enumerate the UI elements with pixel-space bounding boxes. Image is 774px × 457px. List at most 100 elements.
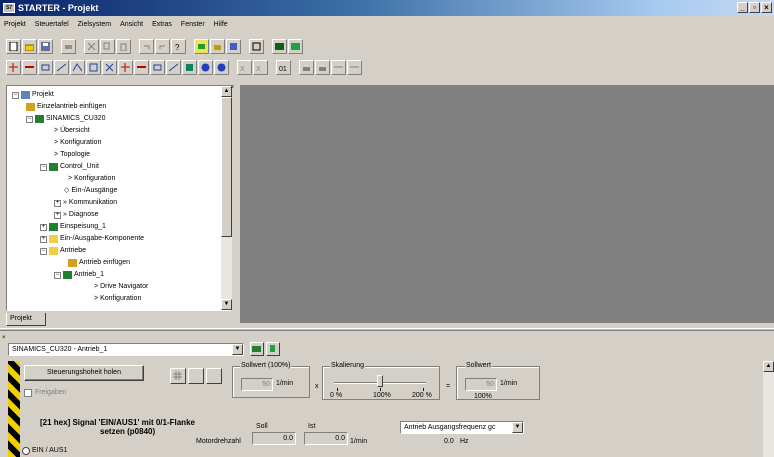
table-icon[interactable] — [288, 38, 303, 54]
tree-node-topologie[interactable]: > Topologie — [54, 149, 90, 161]
undo-icon[interactable] — [139, 38, 154, 54]
drive-tool-1-icon[interactable] — [6, 59, 21, 75]
scroll-thumb[interactable] — [221, 97, 232, 237]
drive-tool-19-icon[interactable] — [315, 59, 330, 75]
drive-tool-14-icon[interactable] — [214, 59, 229, 75]
drive-tool-18-icon[interactable] — [299, 59, 314, 75]
drive-tool-12-icon[interactable] — [182, 59, 197, 75]
display-signal-select[interactable]: Antrieb Ausgangsfrequenz gc ▼ — [400, 421, 524, 434]
panel-button-3[interactable] — [206, 368, 222, 384]
freq-value: 0.0 — [444, 438, 454, 445]
enable-checkbox[interactable] — [24, 389, 32, 397]
menu-hilfe[interactable]: Hilfe — [214, 21, 228, 28]
tree-node-antrieb-1[interactable]: − Antrieb_1 — [54, 269, 104, 281]
drive-settings-button[interactable] — [250, 342, 264, 356]
tree-node-control-unit[interactable]: − Control_Unit — [40, 161, 99, 173]
on-off-radio[interactable] — [22, 447, 30, 455]
tab-projekt[interactable]: Projekt — [6, 313, 46, 326]
panel-toggle-button[interactable] — [170, 368, 186, 384]
scaling-slider-thumb[interactable] — [377, 375, 383, 387]
restore-button[interactable]: ▫ — [749, 2, 760, 13]
diagnostics-button[interactable] — [266, 342, 280, 356]
target-device-icon[interactable] — [226, 38, 241, 54]
tree-node-sinamics[interactable]: − SINAMICS_CU320 — [26, 113, 106, 125]
setpoint100-unit: 1/min — [276, 380, 294, 387]
drive-tool-5-icon[interactable] — [70, 59, 85, 75]
drive-select[interactable]: SINAMICS_CU320 - Antrieb_1 ▼ — [8, 343, 244, 356]
tree-node-cu-konfiguration[interactable]: > Konfiguration — [68, 173, 115, 185]
menu-steuertafel[interactable]: Steuertafel — [35, 21, 69, 28]
drive-tool-11-icon[interactable] — [166, 59, 181, 75]
drive-tool-9-icon[interactable] — [134, 59, 149, 75]
tree-node-einspeisung[interactable]: + Einspeisung_1 — [40, 221, 106, 233]
drive-tool-13-icon[interactable] — [198, 59, 213, 75]
splitter[interactable] — [0, 328, 774, 331]
menu-zielsystem[interactable]: Zielsystem — [78, 21, 111, 28]
ist-value: 0.0 — [304, 432, 348, 445]
accessible-nodes-icon[interactable] — [194, 38, 209, 54]
drive-tool-16-icon[interactable]: X — [253, 59, 268, 75]
tree-node-uebersicht[interactable]: > Übersicht — [54, 125, 90, 137]
scroll-down-icon[interactable]: ▼ — [221, 299, 232, 310]
drive-tool-21-icon[interactable] — [347, 59, 362, 75]
drive-tool-20-icon[interactable] — [331, 59, 346, 75]
cut-icon[interactable] — [84, 38, 99, 54]
freq-unit: Hz — [460, 438, 469, 445]
tree-node-drive-navigator[interactable]: > Drive Navigator — [94, 281, 148, 293]
window-tile-icon[interactable] — [249, 38, 264, 54]
close-pane-icon[interactable]: × — [230, 84, 238, 92]
monitor-icon[interactable] — [272, 38, 287, 54]
tree-scrollbar[interactable]: ▲ ▼ — [221, 86, 232, 310]
tick-mark — [337, 388, 338, 391]
setpoint100-field[interactable]: 50 — [241, 378, 273, 391]
drive-tool-8-icon[interactable] — [118, 59, 133, 75]
open-icon[interactable] — [22, 38, 37, 54]
tree-node-antrieb-einfuegen[interactable]: Antrieb einfügen — [68, 257, 130, 269]
soll-label: Soll — [256, 423, 268, 430]
drive-tool-17-icon[interactable]: 01 — [276, 59, 291, 75]
panel-button-2[interactable] — [188, 368, 204, 384]
minimize-button[interactable]: _ — [737, 2, 748, 13]
drive-icon — [63, 271, 72, 279]
panel-close-icon[interactable]: × — [2, 335, 6, 341]
menu-fenster[interactable]: Fenster — [181, 21, 205, 28]
scroll-up-icon[interactable]: ▲ — [763, 361, 774, 372]
drive-tool-3-icon[interactable] — [38, 59, 53, 75]
drive-tool-10-icon[interactable] — [150, 59, 165, 75]
svg-text:X: X — [240, 66, 245, 72]
tree-node-einzelantrieb[interactable]: Einzelantrieb einfügen — [26, 101, 106, 113]
control-priority-button[interactable]: Steuerungshoheit holen — [24, 365, 144, 381]
tree-node-projekt[interactable]: − Projekt — [12, 89, 54, 101]
drive-tool-4-icon[interactable] — [54, 59, 69, 75]
drive-tool-2-icon[interactable] — [22, 59, 37, 75]
copy-icon[interactable] — [100, 38, 115, 54]
tree-node-konfiguration[interactable]: > Konfiguration — [54, 137, 101, 149]
panel-scrollbar[interactable]: ▲ — [763, 361, 774, 457]
window-title: STARTER - Projekt — [18, 3, 99, 13]
tree-node-diagnose[interactable]: +» Diagnose — [54, 209, 98, 221]
close-button[interactable]: × — [761, 2, 772, 13]
drive-tool-7-icon[interactable] — [102, 59, 117, 75]
tree-node-ein-ausgabe-komponente[interactable]: + Ein-/Ausgabe-Komponente — [40, 233, 144, 245]
save-icon[interactable] — [38, 38, 53, 54]
menu-extras[interactable]: Extras — [152, 21, 172, 28]
project-icon — [21, 91, 30, 99]
menu-projekt[interactable]: Projekt — [4, 21, 26, 28]
drive-tool-15-icon[interactable]: X — [237, 59, 252, 75]
tree-node-antriebe[interactable]: − Antriebe — [40, 245, 86, 257]
new-icon[interactable] — [6, 38, 21, 54]
print-icon[interactable] — [61, 38, 76, 54]
arrow-icon: > — [54, 139, 59, 146]
scale-tick-100: 100% — [373, 392, 391, 399]
tree-node-kommunikation[interactable]: +» Kommunikation — [54, 197, 117, 209]
drive-tool-6-icon[interactable] — [86, 59, 101, 75]
tree-node-antrieb-konfiguration[interactable]: > Konfiguration — [94, 293, 141, 305]
paste-icon[interactable] — [116, 38, 131, 54]
menu-ansicht[interactable]: Ansicht — [120, 21, 143, 28]
help-icon[interactable]: ? — [171, 38, 186, 54]
tree-node-ein-ausgaenge[interactable]: ◇ Ein-/Ausgänge — [64, 185, 117, 197]
redo-icon[interactable] — [155, 38, 170, 54]
project-tree: − Projekt Einzelantrieb einfügen − SINAMIC… — [9, 86, 217, 310]
io-icon: ◇ — [64, 187, 70, 194]
connect-icon[interactable] — [210, 38, 225, 54]
